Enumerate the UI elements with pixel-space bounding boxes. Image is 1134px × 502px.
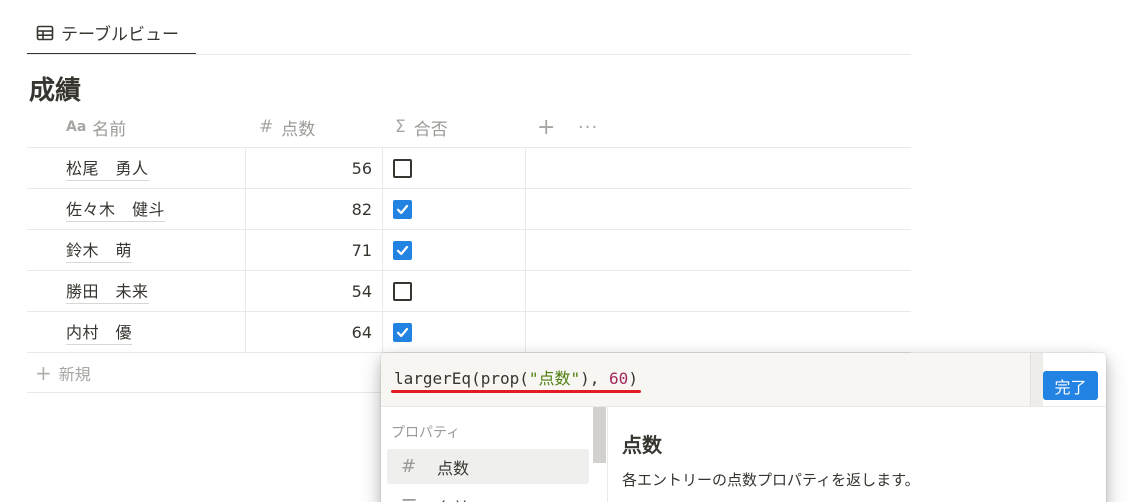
plus-icon: + <box>35 360 52 385</box>
property-list: プロパティ # 点数 ☰ 名前 <box>381 407 607 502</box>
check-icon <box>396 245 409 255</box>
add-column-icon[interactable]: + <box>537 106 555 148</box>
formula-close: ) <box>628 369 638 388</box>
pass-checkbox[interactable] <box>393 240 412 260</box>
table-row[interactable]: 松尾 勇人 56 <box>27 148 911 189</box>
table-row[interactable]: 内村 優 64 <box>27 312 911 353</box>
formula-fn: largerEq(prop( <box>394 369 529 388</box>
pass-checkbox[interactable] <box>393 199 412 219</box>
name-cell[interactable]: 佐々木 健斗 <box>27 189 245 229</box>
check-icon <box>396 204 409 214</box>
pass-checkbox[interactable] <box>393 158 412 178</box>
column-header-label: 点数 <box>281 119 316 140</box>
detail-title: 点数 <box>622 433 662 457</box>
more-options-icon[interactable]: ··· <box>578 106 598 148</box>
number-property-icon: # <box>401 456 417 477</box>
formula-separator: ), <box>580 369 610 388</box>
table-row[interactable]: 鈴木 萌 71 <box>27 230 911 271</box>
pass-cell <box>382 312 526 352</box>
table-row[interactable]: 佐々木 健斗 82 <box>27 189 911 230</box>
pass-cell <box>382 148 526 188</box>
pass-cell <box>382 230 526 270</box>
editor-scrollbar[interactable] <box>1031 353 1043 407</box>
score-cell[interactable]: 54 <box>245 271 382 311</box>
name-text: 佐々木 健斗 <box>66 196 166 222</box>
property-detail: 点数 各エントリーの点数プロパティを返します。 <box>622 407 1092 502</box>
check-icon <box>396 327 409 337</box>
properties-section-label: プロパティ <box>391 425 461 441</box>
property-item-label: 点数 <box>437 458 470 478</box>
formula-input[interactable]: largerEq(prop("点数"), 60) <box>381 353 1031 407</box>
name-cell[interactable]: 内村 優 <box>27 312 245 352</box>
pane-divider <box>607 407 608 502</box>
column-header-label: 名前 <box>92 119 127 140</box>
new-row-label: 新規 <box>58 364 91 384</box>
column-header-score[interactable]: # 点数 <box>259 106 315 148</box>
score-cell[interactable]: 82 <box>245 189 382 229</box>
pass-checkbox[interactable] <box>393 322 412 342</box>
name-cell[interactable]: 松尾 勇人 <box>27 148 245 188</box>
view-tab-label: テーブルビュー <box>61 25 179 45</box>
number-property-icon: # <box>259 117 274 137</box>
name-text: 鈴木 萌 <box>66 237 133 263</box>
text-lines-icon: ☰ <box>401 496 437 502</box>
column-header-name[interactable]: Aa 名前 <box>66 106 126 148</box>
table-row[interactable]: 勝田 未来 54 <box>27 271 911 312</box>
pass-cell <box>382 271 526 311</box>
detail-description: 各エントリーの点数プロパティを返します。 <box>622 471 920 489</box>
property-item-label: 名前 <box>437 495 469 502</box>
column-header-label: 合否 <box>413 119 448 140</box>
table-header: Aa 名前 # 点数 Σ 合否 + ··· <box>27 106 911 148</box>
score-cell[interactable]: 64 <box>245 312 382 352</box>
text-property-icon: Aa <box>66 119 87 135</box>
name-text: 内村 優 <box>66 319 133 345</box>
property-item-score[interactable]: # 点数 <box>387 449 589 484</box>
formula-highlight-underline <box>391 390 641 393</box>
property-list-scrollbar[interactable] <box>593 407 606 463</box>
name-cell[interactable]: 鈴木 萌 <box>27 230 245 270</box>
database-table: Aa 名前 # 点数 Σ 合否 + ··· 松尾 勇人 56 佐々木 健斗 82… <box>27 106 911 393</box>
view-tab-table[interactable]: テーブルビュー <box>27 12 196 55</box>
property-item-name[interactable]: ☰ 名前 <box>387 489 589 502</box>
done-button[interactable]: 完了 <box>1043 371 1098 400</box>
score-cell[interactable]: 71 <box>245 230 382 270</box>
formula-code: largerEq(prop("点数"), 60) <box>394 365 638 389</box>
formula-number-arg: 60 <box>609 369 629 388</box>
score-cell[interactable]: 56 <box>245 148 382 188</box>
pass-checkbox[interactable] <box>393 281 412 301</box>
database-title[interactable]: 成績 <box>29 70 81 107</box>
tab-divider <box>27 54 911 55</box>
name-text: 松尾 勇人 <box>66 155 149 181</box>
name-text: 勝田 未来 <box>66 278 149 304</box>
formula-editor-popup: largerEq(prop("点数"), 60) 完了 プロパティ # 点数 ☰… <box>381 353 1106 502</box>
pass-cell <box>382 189 526 229</box>
table-icon <box>36 25 54 40</box>
column-header-pass[interactable]: Σ 合否 <box>395 106 448 148</box>
formula-property-icon: Σ <box>395 117 406 137</box>
name-cell[interactable]: 勝田 未来 <box>27 271 245 311</box>
formula-string-arg: "点数" <box>528 369 581 388</box>
